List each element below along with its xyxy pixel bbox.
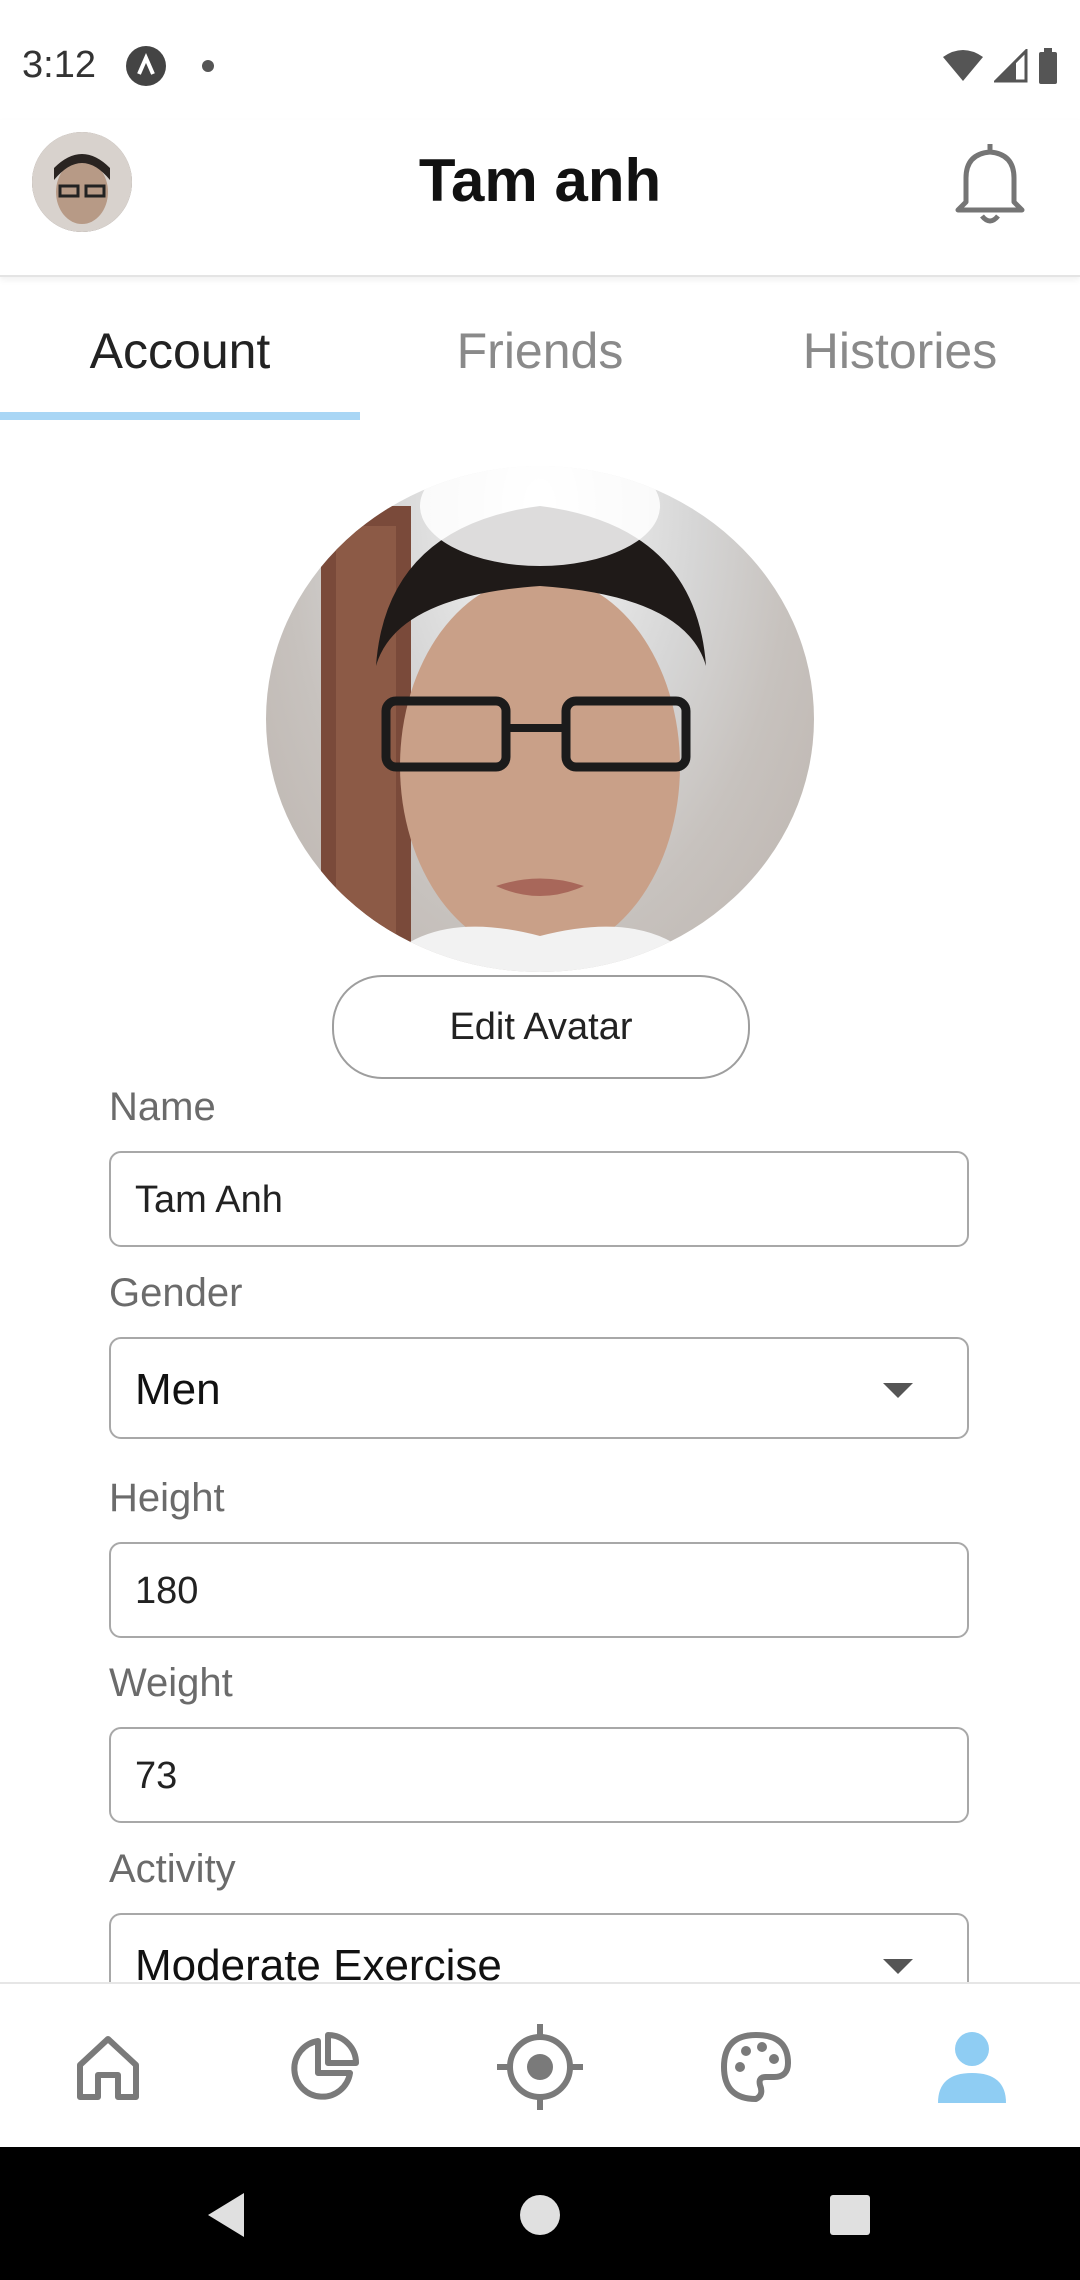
gender-value: Men [135, 1365, 221, 1414]
home-icon [77, 2035, 139, 2100]
nav-home[interactable] [0, 1984, 216, 2149]
name-label: Name [109, 1085, 216, 1129]
bottom-navigation [0, 1982, 1080, 2149]
weight-label: Weight [109, 1661, 233, 1705]
status-bar: 3:12 [0, 0, 1080, 130]
tab-friends[interactable]: Friends [360, 322, 720, 380]
activity-label: Activity [109, 1847, 236, 1891]
back-icon[interactable] [204, 2191, 248, 2239]
palette-icon [721, 2031, 791, 2102]
chevron-down-icon [883, 1959, 913, 1974]
height-label: Height [109, 1476, 225, 1520]
name-value: Tam Anh [135, 1179, 283, 1221]
name-field[interactable]: Tam Anh [109, 1151, 969, 1247]
home-button-icon[interactable] [518, 2193, 562, 2237]
signal-icon [994, 49, 1028, 83]
notification-bell-icon[interactable] [950, 136, 1030, 228]
edit-avatar-button[interactable]: Edit Avatar [332, 975, 750, 1079]
page-title: Tam anh [418, 147, 662, 214]
weight-value: 73 [135, 1755, 178, 1797]
tab-bar: Account Friends Histories [0, 280, 1080, 420]
height-field[interactable]: 180 [109, 1542, 969, 1638]
gender-label: Gender [109, 1271, 243, 1315]
weight-field[interactable]: 73 [109, 1727, 969, 1823]
user-icon [938, 2031, 1006, 2103]
system-status-icons [942, 46, 1058, 86]
status-time: 3:12 [22, 44, 96, 86]
profile-avatar [266, 466, 814, 972]
system-navigation-bar [0, 2147, 1080, 2280]
target-icon [497, 2023, 583, 2110]
nav-statistics[interactable] [216, 1984, 432, 2149]
app-header: Tam anh [0, 120, 1080, 277]
nav-theme[interactable] [648, 1984, 864, 2149]
chevron-down-icon [883, 1383, 913, 1398]
gender-select[interactable]: Men [109, 1337, 969, 1439]
tab-histories[interactable]: Histories [720, 322, 1080, 380]
notification-dot-icon [202, 60, 214, 72]
height-value: 180 [135, 1570, 199, 1612]
tab-account[interactable]: Account [0, 322, 360, 380]
wifi-icon [943, 50, 983, 81]
battery-icon [1039, 48, 1057, 84]
active-tab-indicator [0, 412, 360, 420]
pie-chart-icon [291, 2031, 359, 2100]
nav-profile[interactable] [864, 1984, 1080, 2149]
recents-icon[interactable] [828, 2193, 872, 2237]
nav-target[interactable] [432, 1984, 648, 2149]
app-notification-icon [126, 46, 166, 86]
